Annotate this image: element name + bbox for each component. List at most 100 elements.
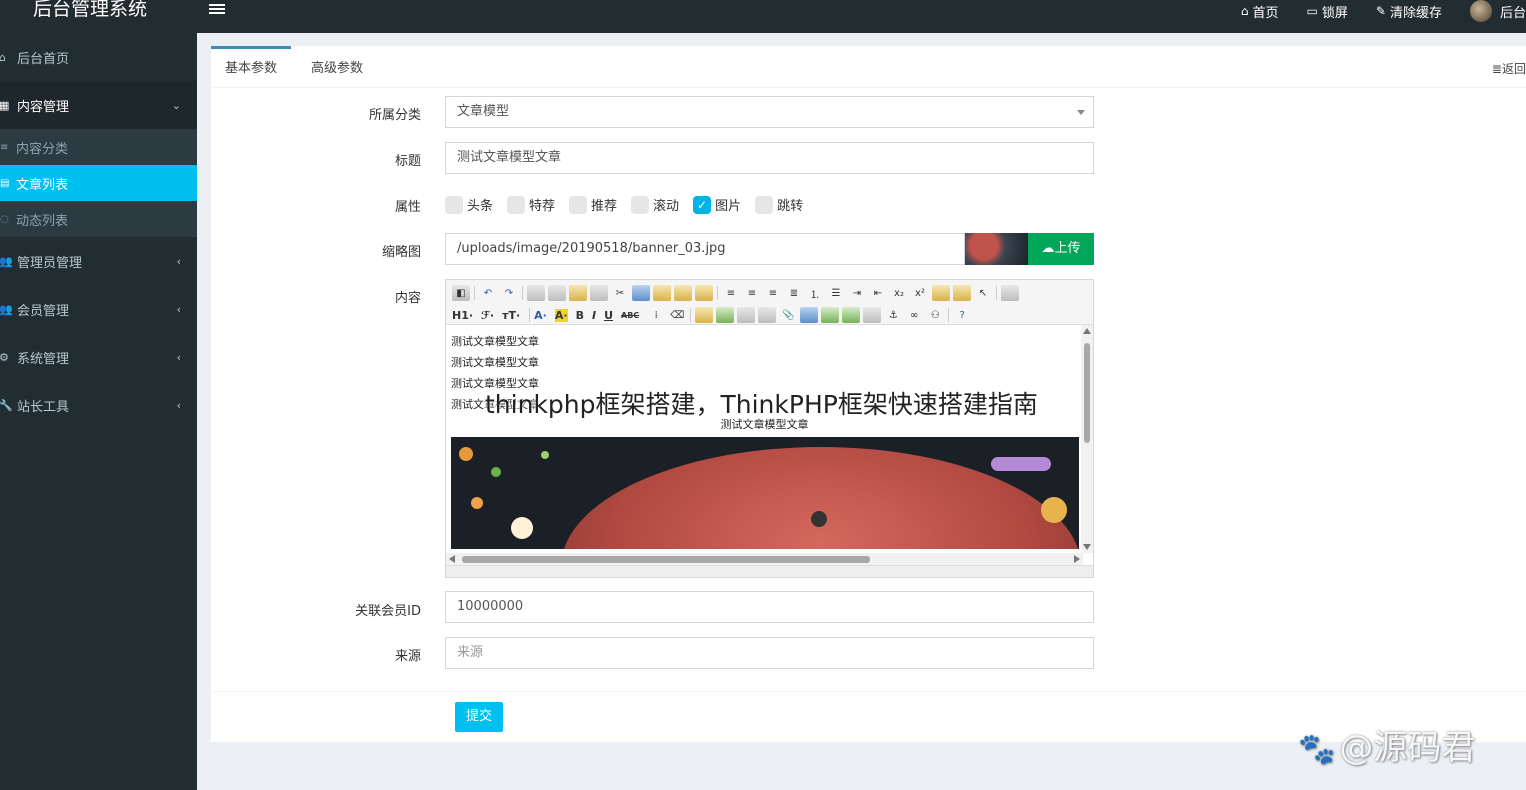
sidebar-submenu-content: ≡ 内容分类 ▤ 文章列表 ◌ 动态列表 <box>0 129 197 237</box>
checkbox-headline[interactable]: 头条 <box>445 195 493 214</box>
nav-home[interactable]: ⌂ 首页 <box>1241 2 1279 21</box>
editor-banner-image[interactable] <box>451 437 1079 549</box>
source-icon[interactable]: ◧ <box>452 285 470 301</box>
fullscreen-icon[interactable] <box>1001 285 1019 301</box>
paste-icon[interactable] <box>653 285 671 301</box>
check-icon: ✓ <box>693 195 712 214</box>
checkbox-recommend[interactable]: 推荐 <box>569 195 617 214</box>
unordered-list-icon[interactable]: ☰ <box>827 285 845 301</box>
link-icon[interactable]: ∞ <box>905 307 923 323</box>
align-right-icon[interactable]: ≡ <box>764 285 782 301</box>
hr-icon[interactable]: ⁞ <box>647 307 665 323</box>
file-icon: ▤ <box>0 177 10 189</box>
code-icon[interactable] <box>590 285 608 301</box>
eraser-icon[interactable]: ⌫ <box>668 307 686 323</box>
sidebar-item-admins[interactable]: 👥 管理员管理 ‹ <box>0 237 197 285</box>
paste-text-icon[interactable] <box>674 285 692 301</box>
home-icon: ⌂ <box>0 50 6 64</box>
editor-resize-bar[interactable] <box>446 565 1093 577</box>
editor-body[interactable]: 测试文章模型文章 测试文章模型文章 测试文章模型文章 测试文章模型文章 测试文章… <box>446 325 1083 553</box>
superscript-icon[interactable]: x² <box>911 285 929 301</box>
font-size-dropdown[interactable]: тT· <box>502 309 520 322</box>
chevron-left-icon: ‹ <box>176 398 181 412</box>
underline-button[interactable]: U <box>604 309 613 322</box>
bg-color-dropdown[interactable]: A· <box>554 308 568 322</box>
nav-user-menu[interactable]: 后台 <box>1469 0 1526 22</box>
quick-format-icon[interactable] <box>953 285 971 301</box>
undo-icon[interactable]: ↶ <box>479 285 497 301</box>
circle-icon: ◌ <box>0 213 9 225</box>
grid-icon: ▦ <box>0 98 10 112</box>
checkbox-special[interactable]: 特荐 <box>507 195 555 214</box>
app-logo[interactable]: 后台管理系统 <box>0 0 197 33</box>
sidebar-item-content[interactable]: ▦ 内容管理 ⌄ <box>0 81 197 129</box>
image-icon[interactable] <box>695 307 714 323</box>
bold-button[interactable]: B <box>576 309 584 322</box>
insert-row-icon[interactable] <box>821 307 840 323</box>
page-break-icon[interactable] <box>863 307 882 323</box>
nav-lock-screen[interactable]: ▭ 锁屏 <box>1307 2 1348 21</box>
category-select[interactable]: 文章模型 <box>445 96 1094 128</box>
sidebar-toggle-icon[interactable] <box>209 4 225 18</box>
thumbnail-input[interactable]: /uploads/image/20190518/banner_03.jpg <box>445 233 965 265</box>
align-left-icon[interactable]: ≡ <box>722 285 740 301</box>
sidebar-item-members[interactable]: 👥 会员管理 ‹ <box>0 285 197 333</box>
nav-clear-cache[interactable]: ✎ 清除缓存 <box>1376 2 1442 21</box>
insert-image-icon[interactable] <box>842 307 861 323</box>
attachment-icon[interactable]: 📎 <box>779 307 797 323</box>
template-icon[interactable] <box>569 285 587 301</box>
tab-advanced[interactable]: 高级参数 <box>297 46 377 88</box>
submit-button[interactable]: 提交 <box>455 702 503 732</box>
flash-icon[interactable] <box>737 307 756 323</box>
font-family-dropdown[interactable]: ℱ· <box>481 309 494 322</box>
checkbox-scroll[interactable]: 滚动 <box>631 195 679 214</box>
chevron-down-icon: ⌄ <box>171 98 181 112</box>
tab-basic[interactable]: 基本参数 <box>211 46 292 88</box>
select-all-icon[interactable]: ↖ <box>974 285 992 301</box>
checkbox-image[interactable]: ✓ 图片 <box>693 195 741 214</box>
preview-icon[interactable] <box>527 285 545 301</box>
ordered-list-icon[interactable]: ⒈ <box>806 285 824 301</box>
editor-vertical-scrollbar[interactable] <box>1081 325 1093 553</box>
thumbnail-label: 缩略图 <box>381 245 421 260</box>
table-icon[interactable] <box>800 307 819 323</box>
editor-horizontal-scrollbar[interactable] <box>446 553 1083 565</box>
print-icon[interactable] <box>548 285 566 301</box>
upload-button[interactable]: ☁上传 <box>1028 233 1094 265</box>
sidebar-item-content-category[interactable]: ≡ 内容分类 <box>0 129 197 165</box>
attributes-checkboxes: 头条 特荐 推荐 滚动 ✓ 图片 跳转 <box>445 195 817 214</box>
back-link[interactable]: ≣返回 <box>1492 60 1526 77</box>
rich-text-editor: ◧ ↶ ↷ ✂ ≡ ≡ ≡ ≣ ⒈ ☰ ⇥ ⇤ x₂ x² ↖ H1· ℱ· т… <box>445 279 1094 578</box>
media-icon[interactable] <box>758 307 777 323</box>
top-header: 后台管理系统 ⌂ 首页 ▭ 锁屏 ✎ 清除缓存 后台 <box>0 0 1526 33</box>
title-input[interactable]: 测试文章模型文章 <box>445 142 1094 174</box>
sidebar-item-dashboard[interactable]: ⌂ 后台首页 <box>0 33 197 81</box>
italic-button[interactable]: I <box>592 309 596 322</box>
redo-icon[interactable]: ↷ <box>500 285 518 301</box>
clear-format-icon[interactable] <box>932 285 950 301</box>
title-label: 标题 <box>394 154 421 169</box>
anchor-icon[interactable]: ⚓ <box>884 307 902 323</box>
multi-image-icon[interactable] <box>716 307 735 323</box>
help-icon[interactable]: ? <box>953 307 971 323</box>
sidebar-item-tools[interactable]: 🔧 站长工具 ‹ <box>0 381 197 429</box>
copy-icon[interactable] <box>632 285 650 301</box>
heading-dropdown[interactable]: H1· <box>452 309 473 322</box>
source-input[interactable]: 来源 <box>445 637 1094 669</box>
chevron-left-icon: ‹ <box>176 302 181 316</box>
unlink-icon[interactable]: ⚇ <box>926 307 944 323</box>
sidebar-item-article-list[interactable]: ▤ 文章列表 <box>0 165 197 201</box>
sidebar-item-dynamic-list[interactable]: ◌ 动态列表 <box>0 201 197 237</box>
member-id-input[interactable]: 10000000 <box>445 591 1094 623</box>
outdent-icon[interactable]: ⇤ <box>869 285 887 301</box>
subscript-icon[interactable]: x₂ <box>890 285 908 301</box>
indent-icon[interactable]: ⇥ <box>848 285 866 301</box>
align-justify-icon[interactable]: ≣ <box>785 285 803 301</box>
align-center-icon[interactable]: ≡ <box>743 285 761 301</box>
font-color-dropdown[interactable]: A· <box>534 309 547 322</box>
sidebar-item-system[interactable]: ⚙ 系统管理 ‹ <box>0 333 197 381</box>
cut-icon[interactable]: ✂ <box>611 285 629 301</box>
strikethrough-button[interactable]: ABC <box>621 311 639 320</box>
checkbox-redirect[interactable]: 跳转 <box>755 195 803 214</box>
paste-word-icon[interactable] <box>695 285 713 301</box>
